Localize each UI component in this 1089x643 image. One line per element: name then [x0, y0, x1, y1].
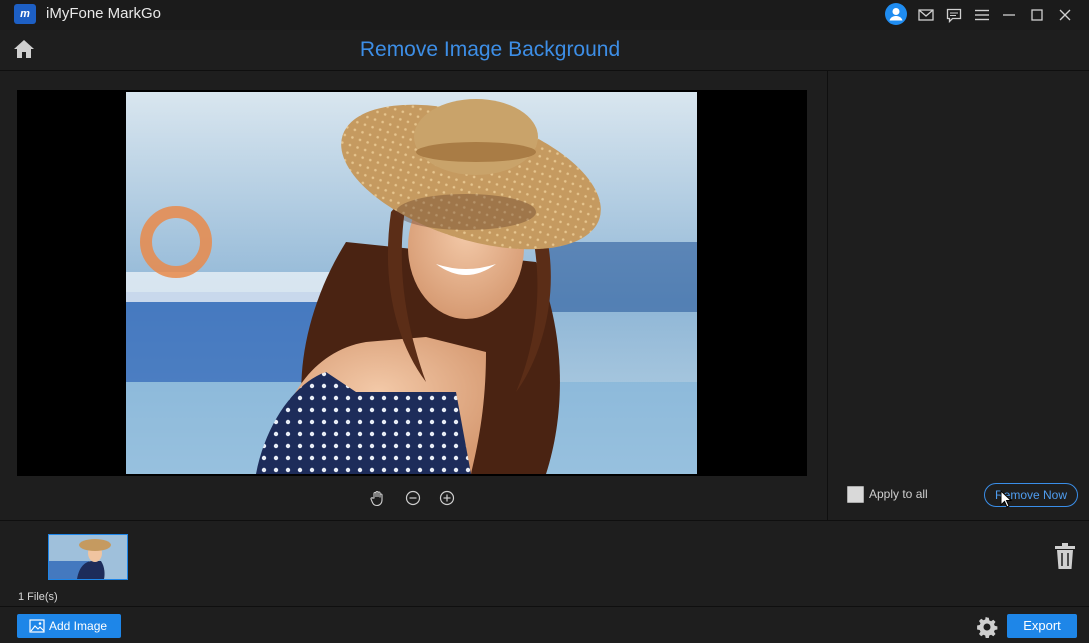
export-button[interactable]: Export	[1007, 614, 1077, 638]
menu-icon[interactable]	[971, 4, 993, 26]
maximize-icon[interactable]	[1026, 4, 1048, 26]
mouse-cursor-icon	[1000, 489, 1013, 513]
file-count: 1 File(s)	[18, 591, 58, 603]
zoom-out-icon[interactable]	[404, 489, 422, 507]
image-preview-canvas[interactable]	[17, 90, 807, 476]
add-image-icon	[29, 619, 45, 633]
app-logo-icon: m	[14, 4, 36, 24]
close-icon[interactable]	[1054, 4, 1076, 26]
add-image-label: Add Image	[49, 619, 108, 633]
preview-photo	[126, 92, 697, 474]
apply-to-all-label: Apply to all	[869, 487, 928, 501]
mail-icon[interactable]	[915, 4, 937, 26]
minimize-icon[interactable]	[998, 4, 1020, 26]
footer-divider	[0, 606, 1089, 607]
hand-icon[interactable]	[369, 489, 387, 507]
file-thumbnail[interactable]	[48, 534, 128, 580]
add-image-button[interactable]: Add Image	[17, 614, 121, 638]
gear-icon[interactable]	[976, 616, 998, 639]
title-bar: m iMyFone MarkGo	[0, 0, 1089, 30]
trash-icon[interactable]	[1054, 542, 1076, 570]
remove-now-button[interactable]: Remove Now	[984, 483, 1078, 507]
app-title: iMyFone MarkGo	[46, 5, 162, 22]
page-header: Remove Image Background	[0, 30, 1089, 71]
feedback-icon[interactable]	[943, 4, 965, 26]
apply-to-all-checkbox[interactable]	[847, 486, 864, 503]
panel-divider	[827, 70, 828, 520]
account-icon[interactable]	[885, 3, 907, 25]
zoom-in-icon[interactable]	[438, 489, 456, 507]
section-divider	[0, 520, 1089, 521]
page-title: Remove Image Background	[359, 38, 621, 61]
